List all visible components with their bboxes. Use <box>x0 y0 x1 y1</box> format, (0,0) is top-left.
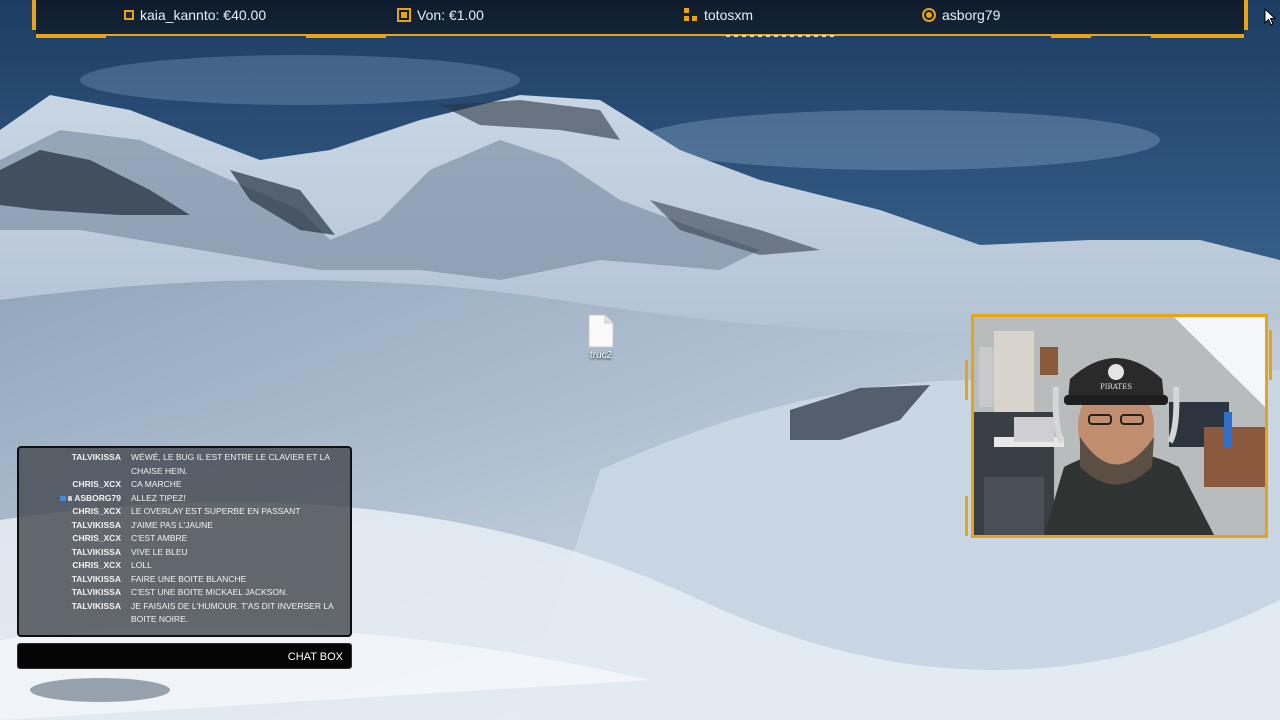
chat-text: FAIRE UNE BOITE BLANCHE <box>131 573 247 584</box>
chat-text: C'EST UNE BOITE MICKAEL JACKSON. <box>131 587 288 597</box>
bar-accent <box>1051 34 1091 38</box>
circle-target-icon <box>922 8 936 22</box>
steps-icon <box>684 8 698 22</box>
bar-right-edge <box>1244 0 1248 30</box>
chat-text: C'EST AMBRE <box>131 533 188 543</box>
chat-text: CA MARCHE <box>131 479 182 489</box>
alert-recent-follower: totosxm <box>684 7 753 23</box>
chat-message: TALVIKISSA JE FAISAIS DE L'HUMOUR. T'AS … <box>19 600 344 627</box>
chat-message: TALVIKISSA WÉWÉ, LE BUG IL EST ENTRE LE … <box>19 451 344 478</box>
chat-text: WÉWÉ, LE BUG IL EST ENTRE LE CLAVIER ET … <box>131 452 330 476</box>
chat-username: ASBORG79 <box>74 492 121 503</box>
alert-top-donation: kaia_kannto: €40.00 <box>124 7 266 23</box>
chat-message: TALVIKISSA J'AIME PAS L'JAUNE <box>19 519 344 533</box>
chat-username: CHRIS_XCX <box>72 479 121 489</box>
chat-message: CHRIS_XCX C'EST AMBRE <box>19 532 344 546</box>
webcam-frame-accent <box>1269 330 1272 380</box>
chat-message: TALVIKISSA C'EST UNE BOITE MICKAEL JACKS… <box>19 586 344 600</box>
subscriber-badge-icon <box>68 495 73 501</box>
alert-recent-donation: Von: €1.00 <box>397 7 484 23</box>
webcam-feed: PIRATES <box>971 314 1268 538</box>
chat-text: J'AIME PAS L'JAUNE <box>131 519 213 530</box>
chat-panel: TALVIKISSA WÉWÉ, LE BUG IL EST ENTRE LE … <box>17 446 352 637</box>
chat-text: VIVE LE BLEU <box>131 546 188 557</box>
chat-username: TALVIKISSA <box>71 519 121 530</box>
chat-username-with-badges: ASBORG79 <box>19 492 131 506</box>
chat-message: TALVIKISSA FAIRE UNE BOITE BLANCHE <box>19 573 344 587</box>
bar-left-edge <box>32 0 36 30</box>
alert-text: Von: €1.00 <box>417 7 484 23</box>
chat-text: JE FAISAIS DE L'HUMOUR. T'AS DIT INVERSE… <box>131 600 334 625</box>
bar-accent <box>1151 34 1244 38</box>
chat-message: CHRIS_XCX LE OVERLAY EST SUPERBE EN PASS… <box>19 505 344 519</box>
chat-username: CHRIS_XCX <box>72 506 121 516</box>
desktop-file-label: truc2 <box>589 350 613 361</box>
bar-dashed-divider <box>726 35 838 37</box>
bar-accent <box>306 34 386 38</box>
chat-username: TALVIKISSA <box>71 573 121 584</box>
alert-text: asborg79 <box>942 7 1001 23</box>
alert-text: totosxm <box>704 7 754 23</box>
moderator-badge-icon <box>60 495 67 501</box>
square-icon <box>124 10 134 20</box>
chat-box-label: CHAT BOX <box>287 651 343 663</box>
chat-username: TALVIKISSA <box>71 546 121 557</box>
mouse-cursor-icon <box>1264 8 1276 26</box>
chat-username: TALVIKISSA <box>71 587 121 597</box>
chat-username: CHRIS_XCX <box>72 560 121 570</box>
stream-alert-bar: kaia_kannto: €40.00 Von: €1.00 totosxm a… <box>32 0 1248 38</box>
square-filled-icon <box>397 8 411 22</box>
chat-text: LE OVERLAY EST SUPERBE EN PASSANT <box>131 506 301 516</box>
webcam-frame-accent <box>965 496 968 536</box>
chat-message: TALVIKISSA VIVE LE BLEU <box>19 546 344 560</box>
cap-logo-text: PIRATES <box>1100 383 1132 391</box>
bar-accent <box>36 34 106 38</box>
chat-message: ASBORG79 ALLEZ TIPEZ! <box>19 492 344 506</box>
chat-username: TALVIKISSA <box>71 452 121 462</box>
chat-message: CHRIS_XCX LOLL <box>19 559 344 573</box>
chat-username: TALVIKISSA <box>71 600 121 611</box>
alert-recent-subscriber: asborg79 <box>922 7 1000 23</box>
chat-box-label-bar: CHAT BOX <box>17 643 352 669</box>
chat-text: LOLL <box>131 560 152 570</box>
webcam-image: PIRATES <box>974 317 1265 535</box>
desktop-file-truc2[interactable]: truc2 <box>578 314 624 361</box>
webcam-frame-accent <box>965 360 968 400</box>
chat-username: CHRIS_XCX <box>72 533 121 543</box>
file-icon <box>588 314 614 348</box>
chat-message: CHRIS_XCX CA MARCHE <box>19 478 344 492</box>
chat-text: ALLEZ TIPEZ! <box>131 492 186 503</box>
alert-text: kaia_kannto: €40.00 <box>140 7 267 23</box>
